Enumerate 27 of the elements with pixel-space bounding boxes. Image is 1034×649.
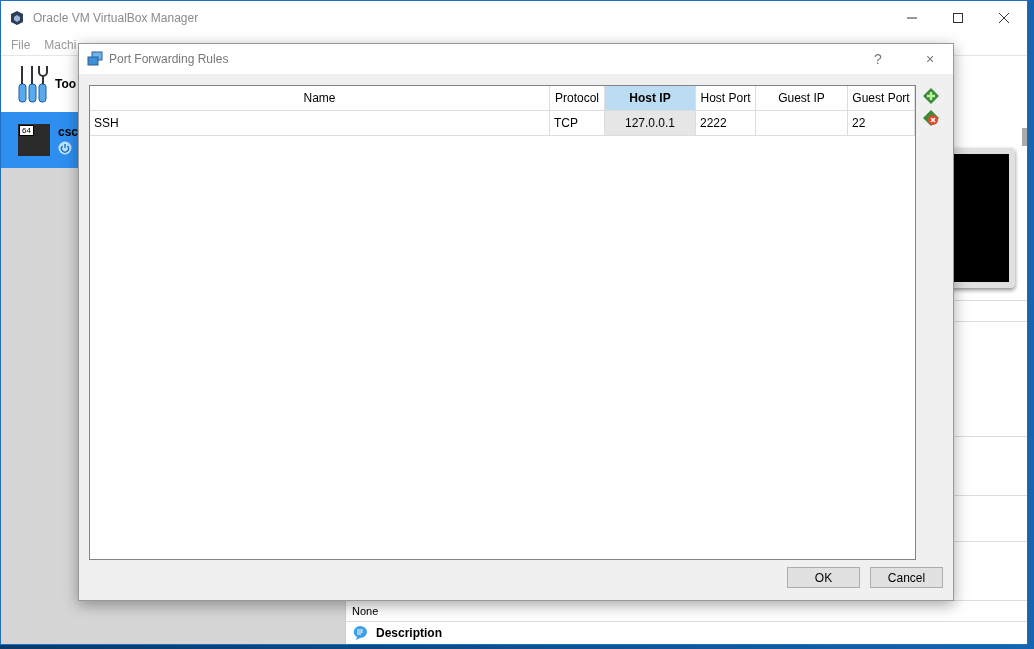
scrollbar-thumb[interactable] (1022, 128, 1027, 146)
help-button[interactable]: ? (855, 51, 901, 67)
table-cell: 127.0.0.1 (605, 110, 696, 136)
cube-icon (9, 10, 25, 26)
arch-badge: 64 (19, 125, 34, 136)
maximize-icon[interactable] (953, 13, 963, 23)
speech-bubble-icon (352, 625, 368, 641)
network-icon (87, 51, 103, 67)
table-cell: TCP (550, 110, 605, 136)
section-title: Description (376, 626, 442, 640)
column-header[interactable]: Host IP (605, 86, 696, 110)
dialog-title: Port Forwarding Rules (109, 52, 230, 66)
tools-icon (17, 64, 49, 104)
add-icon[interactable] (922, 87, 940, 105)
table-cell: 22 (848, 110, 915, 136)
close-button[interactable]: × (907, 51, 953, 67)
close-icon[interactable] (999, 13, 1009, 23)
detail-value: None (351, 604, 380, 619)
dialog-button[interactable]: OK (787, 567, 860, 588)
power-icon (58, 141, 72, 155)
vm-name: csc (58, 125, 79, 139)
table-cell: SSH (90, 110, 550, 136)
table-cell: 2222 (696, 110, 756, 136)
tools-label[interactable]: Too (55, 77, 77, 91)
remove-icon[interactable] (922, 109, 940, 127)
window-title: Oracle VM VirtualBox Manager (33, 11, 200, 25)
dialog-button[interactable]: Cancel (870, 567, 943, 588)
